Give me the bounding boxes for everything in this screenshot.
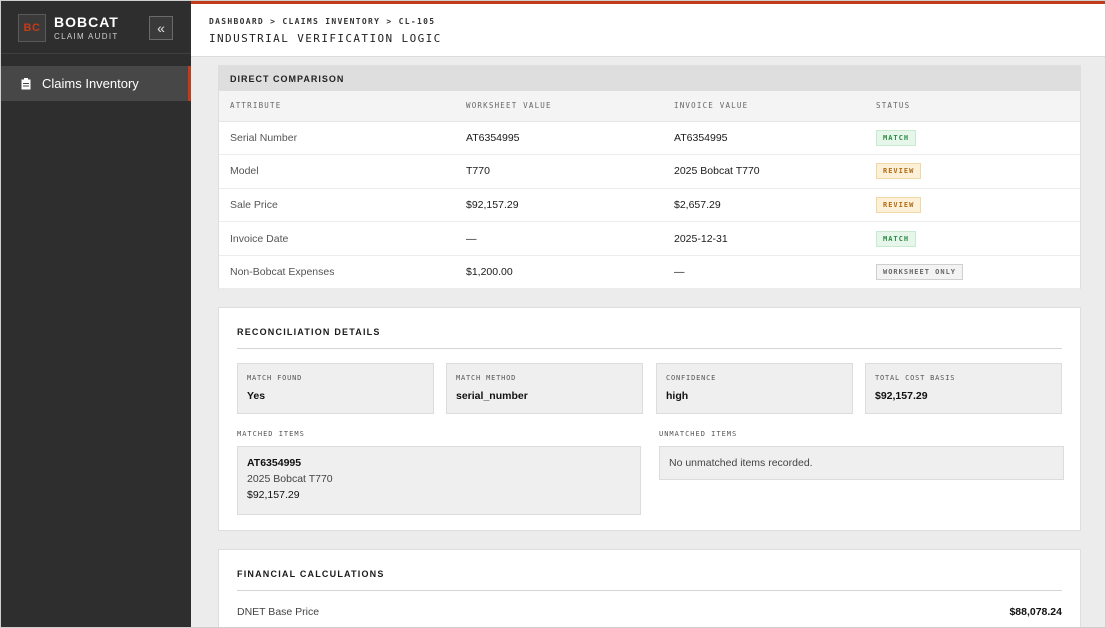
sidebar: BC BOBCAT CLAIM AUDIT « Claims Inventory <box>1 1 191 627</box>
column-header: INVOICE VALUE <box>663 91 865 122</box>
brand-subtitle: CLAIM AUDIT <box>54 32 119 41</box>
column-header: WORKSHEET VALUE <box>455 91 663 122</box>
stat-value: high <box>666 390 689 402</box>
worksheet-value-cell: T770 <box>455 154 663 189</box>
column-header: STATUS <box>865 91 1080 122</box>
attribute-cell: Non-Bobcat Expenses <box>219 255 455 290</box>
stat-label: CONFIDENCE <box>666 374 717 382</box>
status-badge: WORKSHEET ONLY <box>876 264 964 281</box>
divider <box>237 348 1062 349</box>
stat-match-found: MATCH FOUND Yes <box>237 363 434 414</box>
worksheet-value-cell: AT6354995 <box>455 121 663 156</box>
stat-value: Yes <box>247 390 266 402</box>
financial-label: DNET Base Price <box>237 606 320 618</box>
table-row: Serial Number AT6354995 AT6354995 MATCH <box>219 121 1080 156</box>
status-badge: REVIEW <box>876 163 922 180</box>
status-badge: MATCH <box>876 230 917 247</box>
matched-item-model: 2025 Bobcat T770 <box>247 473 333 485</box>
main-content: DASHBOARD > CLAIMS INVENTORY > CL-105 IN… <box>191 1 1105 627</box>
stat-label: MATCH FOUND <box>247 374 303 382</box>
clipboard-icon <box>21 77 31 89</box>
unmatched-items-label: UNMATCHED ITEMS <box>659 430 738 438</box>
stat-value: serial_number <box>456 390 528 402</box>
financial-title: FINANCIAL CALCULATIONS <box>237 569 385 579</box>
stat-value: $92,157.29 <box>875 390 928 402</box>
matched-item: AT6354995 2025 Bobcat T770 $92,157.29 <box>237 446 641 515</box>
worksheet-value-cell: $1,200.00 <box>455 255 663 290</box>
stat-confidence: CONFIDENCE high <box>656 363 853 414</box>
status-badge: REVIEW <box>876 196 922 213</box>
sidebar-item-claims-inventory[interactable]: Claims Inventory <box>1 66 191 101</box>
direct-comparison-card: DIRECT COMPARISON ATTRIBUTE WORKSHEET VA… <box>218 65 1081 290</box>
brand-logo: BC <box>18 14 46 42</box>
reconciliation-card: RECONCILIATION DETAILS MATCH FOUND Yes M… <box>218 307 1081 531</box>
invoice-value-cell: AT6354995 <box>663 121 865 156</box>
attribute-cell: Sale Price <box>219 188 455 223</box>
collapse-sidebar-button[interactable]: « <box>149 16 173 40</box>
table-row: Sale Price $92,157.29 $2,657.29 REVIEW <box>219 188 1080 223</box>
financial-calculations-card: FINANCIAL CALCULATIONS DNET Base Price $… <box>218 549 1081 627</box>
invoice-value-cell: 2025-12-31 <box>663 221 865 256</box>
matched-item-serial: AT6354995 <box>247 457 302 469</box>
stat-label: TOTAL COST BASIS <box>875 374 956 382</box>
reconciliation-title: RECONCILIATION DETAILS <box>237 327 381 337</box>
status-badge: MATCH <box>876 129 917 146</box>
invoice-value-cell: — <box>663 255 865 290</box>
attribute-cell: Model <box>219 154 455 189</box>
brand-name: BOBCAT <box>54 14 119 30</box>
financial-value: $88,078.24 <box>1009 606 1062 618</box>
brand-area: BC BOBCAT CLAIM AUDIT « <box>1 1 191 54</box>
page-title: INDUSTRIAL VERIFICATION LOGIC <box>209 32 442 45</box>
matched-items-label: MATCHED ITEMS <box>237 430 305 438</box>
unmatched-items-empty: No unmatched items recorded. <box>659 446 1064 480</box>
attribute-cell: Serial Number <box>219 121 455 156</box>
table-row: Model T770 2025 Bobcat T770 REVIEW <box>219 154 1080 189</box>
stat-total-cost-basis: TOTAL COST BASIS $92,157.29 <box>865 363 1062 414</box>
stat-label: MATCH METHOD <box>456 374 517 382</box>
column-header: ATTRIBUTE <box>219 91 455 122</box>
table-row: Non-Bobcat Expenses $1,200.00 — WORKSHEE… <box>219 255 1080 290</box>
table-row: Invoice Date — 2025-12-31 MATCH <box>219 221 1080 256</box>
page-header: DASHBOARD > CLAIMS INVENTORY > CL-105 IN… <box>191 1 1105 57</box>
breadcrumb[interactable]: DASHBOARD > CLAIMS INVENTORY > CL-105 <box>209 17 435 26</box>
stat-match-method: MATCH METHOD serial_number <box>446 363 643 414</box>
divider <box>237 590 1062 591</box>
app-window: BC BOBCAT CLAIM AUDIT « Claims Inventory… <box>0 0 1106 628</box>
worksheet-value-cell: — <box>455 221 663 256</box>
matched-item-price: $92,157.29 <box>247 489 300 501</box>
attribute-cell: Invoice Date <box>219 221 455 256</box>
financial-row: DNET Base Price $88,078.24 <box>237 606 1062 618</box>
direct-comparison-title: DIRECT COMPARISON <box>219 66 1080 91</box>
sidebar-item-label: Claims Inventory <box>42 76 139 91</box>
worksheet-value-cell: $92,157.29 <box>455 188 663 223</box>
comparison-table: ATTRIBUTE WORKSHEET VALUE INVOICE VALUE … <box>219 91 1080 290</box>
double-chevron-left-icon: « <box>157 20 165 36</box>
invoice-value-cell: 2025 Bobcat T770 <box>663 154 865 189</box>
invoice-value-cell: $2,657.29 <box>663 188 865 223</box>
